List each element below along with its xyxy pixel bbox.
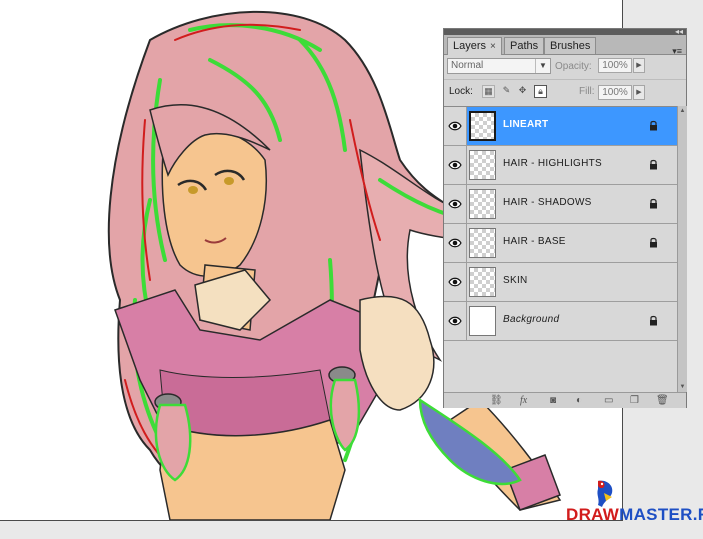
layer-row[interactable]: HAIR - SHADOWS [444, 185, 677, 224]
lock-image-icon[interactable]: ✎ [500, 85, 513, 98]
layer-lock-icon [649, 198, 658, 212]
panel-bottom-bar: ⛓ fx ◙ ◐ ▭ ❐ 🗑︎ [444, 392, 686, 408]
layer-row[interactable]: Background [444, 302, 677, 341]
visibility-eye-icon[interactable] [444, 224, 467, 262]
tab-brushes-label: Brushes [550, 40, 591, 52]
scroll-up-icon[interactable]: ▲ [678, 106, 687, 116]
tab-paths[interactable]: Paths [504, 37, 545, 54]
layer-lock-icon [649, 120, 658, 134]
opacity-slider-button[interactable]: ▶ [633, 58, 645, 73]
lock-transparent-icon[interactable]: ▦ [482, 85, 495, 98]
watermark-part2: MASTER.RU [619, 505, 703, 524]
lock-position-icon[interactable]: ✥ [516, 85, 529, 98]
mask-icon[interactable]: ◙ [550, 395, 556, 406]
trash-icon[interactable]: 🗑︎ [656, 395, 669, 406]
layer-name[interactable]: HAIR - SHADOWS [503, 197, 592, 208]
layer-name[interactable]: LINEART [503, 119, 548, 130]
layer-lock-icon [649, 315, 658, 329]
folder-icon[interactable]: ▭ [604, 395, 613, 406]
tab-layers-label: Layers [453, 40, 487, 52]
layer-thumbnail[interactable] [469, 111, 496, 141]
opacity-label: Opacity: [555, 61, 592, 72]
layer-lock-icon [649, 237, 658, 251]
layer-list-scrollbar[interactable]: ▲ ▼ [677, 106, 687, 392]
lock-label: Lock: [449, 86, 473, 97]
adjustment-icon[interactable]: ◐ [576, 395, 582, 406]
layer-thumbnail[interactable] [469, 189, 496, 219]
layer-thumbnail[interactable] [469, 150, 496, 180]
visibility-eye-icon[interactable] [444, 263, 467, 301]
blend-mode-value: Normal [451, 60, 484, 71]
lock-row: Lock: ▦ ✎ ✥ 🔒︎ Fill: 100% ▶ [444, 79, 686, 104]
layer-row[interactable]: SKIN [444, 263, 677, 302]
new-layer-icon[interactable]: ❐ [630, 395, 639, 406]
layer-row[interactable]: HAIR - BASE [444, 224, 677, 263]
fill-input[interactable]: 100% [598, 85, 632, 100]
visibility-eye-icon[interactable] [444, 146, 467, 184]
fill-label: Fill: [579, 86, 595, 97]
fill-slider-button[interactable]: ▶ [633, 85, 645, 100]
layer-thumbnail[interactable] [469, 267, 496, 297]
close-icon[interactable]: × [490, 41, 496, 52]
layer-lock-icon [649, 159, 658, 173]
layer-row[interactable]: LINEART [444, 107, 677, 146]
tab-layers[interactable]: Layers × [447, 37, 502, 55]
layer-row[interactable]: HAIR - HIGHLIGHTS [444, 146, 677, 185]
layer-list: LINEART HAIR - HIGHLIGHTS HAIR - SHADOWS HA… [444, 106, 677, 393]
tab-paths-label: Paths [510, 40, 539, 52]
layer-thumbnail[interactable] [469, 228, 496, 258]
layers-panel: ◂◂ Layers × Paths Brushes ▾≡ Normal ▼ Opa… [443, 28, 687, 408]
link-icon[interactable]: ⛓ [490, 395, 503, 406]
scroll-down-icon[interactable]: ▼ [678, 382, 687, 392]
tab-brushes[interactable]: Brushes [544, 37, 597, 54]
visibility-eye-icon[interactable] [444, 185, 467, 223]
blend-mode-select[interactable]: Normal ▼ [447, 58, 551, 74]
watermark: DRAWMASTER.RU [566, 505, 703, 525]
layer-name[interactable]: Background [503, 314, 559, 325]
blend-row: Normal ▼ Opacity: 100% ▶ [444, 55, 686, 79]
layer-name[interactable]: SKIN [503, 275, 528, 286]
visibility-eye-icon[interactable] [444, 107, 467, 145]
visibility-eye-icon[interactable] [444, 302, 467, 340]
panel-tabs: Layers × Paths Brushes ▾≡ [444, 35, 686, 56]
lock-all-icon[interactable]: 🔒︎ [534, 85, 547, 98]
layer-name[interactable]: HAIR - HIGHLIGHTS [503, 158, 602, 169]
chevron-down-icon: ▼ [535, 59, 550, 73]
layer-thumbnail[interactable] [469, 306, 496, 336]
watermark-part1: DRAW [566, 505, 620, 524]
layer-name[interactable]: HAIR - BASE [503, 236, 566, 247]
fx-icon[interactable]: fx [520, 395, 527, 406]
opacity-input[interactable]: 100% [598, 58, 632, 73]
